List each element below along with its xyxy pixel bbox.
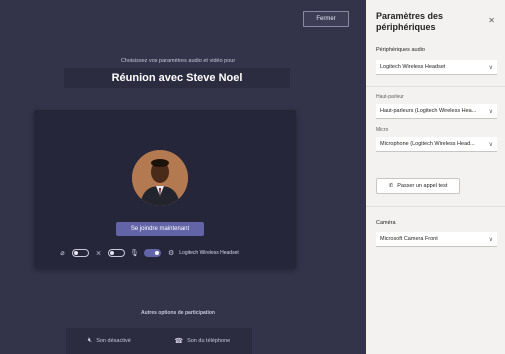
speaker-off-icon: 🔇︎: [87, 337, 93, 344]
test-call-icon: ✆: [388, 183, 394, 189]
microphone-icon: 🎙︎: [130, 249, 139, 257]
camera-toggle[interactable]: [72, 249, 89, 257]
speaker-value: Haut-parleurs (Logitech Wireless Hea...: [380, 108, 477, 114]
close-button[interactable]: Fermer: [303, 11, 349, 27]
audio-off-label: Son désactivé: [96, 338, 131, 344]
meeting-title: Réunion avec Steve Noel: [64, 68, 290, 88]
audio-devices-label: Périphériques audio: [376, 47, 425, 53]
audio-device-label[interactable]: Logitech Wireless Headset: [179, 250, 238, 256]
camera-label: Caméra: [376, 220, 396, 226]
chevron-down-icon: ∨: [488, 236, 493, 243]
avatar: [132, 150, 188, 206]
chevron-down-icon: ∨: [488, 108, 493, 115]
close-icon[interactable]: ✕: [488, 16, 495, 25]
speaker-label: Haut-parleur: [376, 94, 404, 100]
panel-title: Paramètres des périphériques: [376, 11, 444, 32]
microphone-toggle[interactable]: [144, 249, 161, 257]
prejoin-subtitle: Choisissez vos paramètres audio et vidéo…: [120, 58, 236, 64]
audio-off-option[interactable]: 🔇︎ Son désactivé: [88, 337, 131, 345]
audio-device-select[interactable]: Logitech Wireless Headset ∨: [376, 60, 497, 75]
device-settings-panel: Paramètres des périphériques ✕ Périphéri…: [366, 0, 505, 354]
divider: [366, 86, 505, 87]
other-options-bar: 🔇︎ Son désactivé ☎︎ Son du téléphone: [66, 328, 252, 354]
blur-background-icon: ⨯: [95, 249, 102, 257]
phone-icon: ☎︎: [174, 338, 184, 345]
chevron-down-icon: ∨: [488, 64, 493, 71]
blur-background-toggle[interactable]: [108, 249, 125, 257]
mic-select[interactable]: Microphone (Logitech Wireless Head... ∨: [376, 137, 497, 152]
speaker-select[interactable]: Haut-parleurs (Logitech Wireless Hea... …: [376, 104, 497, 119]
video-preview: Se joindre maintenant ⌀ ⨯ 🎙︎ ⚙ Logitech …: [34, 110, 296, 268]
other-options-heading: Autres options de participation: [141, 310, 215, 316]
meeting-prejoin-screen: Fermer Choisissez vos paramètres audio e…: [0, 0, 366, 354]
media-controls: ⌀ ⨯ 🎙︎ ⚙ Logitech Wireless Headset: [58, 247, 288, 259]
person-avatar-image: [132, 150, 188, 206]
camera-select[interactable]: Microsoft Camera Front ∨: [376, 232, 497, 247]
camera-value: Microsoft Camera Front: [380, 236, 438, 242]
mic-value: Microphone (Logitech Wireless Head...: [380, 141, 475, 147]
audio-device-value: Logitech Wireless Headset: [380, 64, 446, 70]
chevron-down-icon: ∨: [488, 141, 493, 148]
join-now-button[interactable]: Se joindre maintenant: [116, 222, 204, 236]
divider: [366, 206, 505, 207]
phone-audio-option[interactable]: ☎︎ Son du téléphone: [174, 337, 230, 345]
test-call-button[interactable]: ✆ Passer un appel test: [376, 178, 460, 194]
camera-off-icon: ⌀: [60, 249, 65, 257]
gear-icon[interactable]: ⚙: [168, 249, 174, 257]
test-call-label: Passer un appel test: [397, 183, 448, 189]
mic-label: Micro: [376, 127, 389, 133]
phone-audio-label: Son du téléphone: [187, 338, 231, 344]
